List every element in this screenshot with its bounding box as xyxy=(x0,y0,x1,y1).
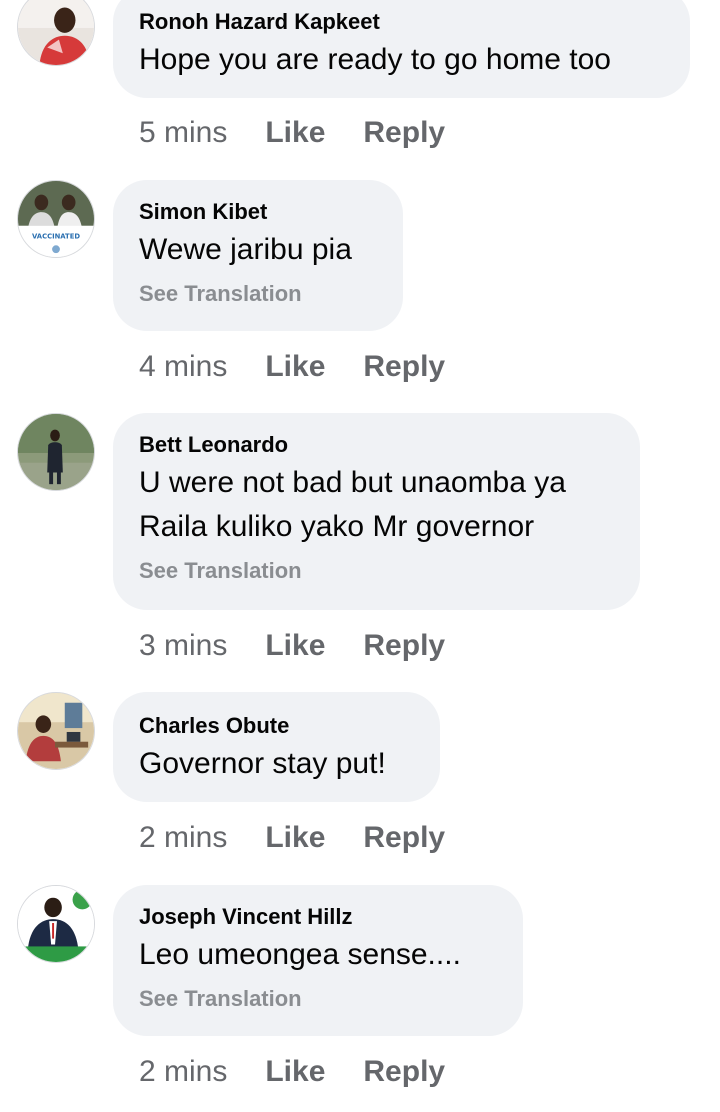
see-translation-link[interactable]: See Translation xyxy=(139,280,377,308)
avatar[interactable] xyxy=(17,885,95,963)
comment-text: Governor stay put! xyxy=(139,747,386,780)
comment-actions: 3 mins Like Reply xyxy=(139,628,445,664)
like-button[interactable]: Like xyxy=(265,115,325,151)
reply-button[interactable]: Reply xyxy=(363,820,445,856)
comment-author[interactable]: Bett Leonardo xyxy=(139,431,614,459)
comment-bubble: Simon Kibet Wewe jaribu pia See Translat… xyxy=(113,180,403,331)
comment-text: Wewe jaribu pia xyxy=(139,233,352,266)
comment-text: U were not bad but unaomba ya Raila kuli… xyxy=(139,461,614,549)
comment-author[interactable]: Charles Obute xyxy=(139,712,414,740)
comment-actions: 2 mins Like Reply xyxy=(139,820,445,856)
comment-bubble: Charles Obute Governor stay put! xyxy=(113,692,440,802)
comment-timestamp[interactable]: 5 mins xyxy=(139,115,227,151)
reply-button[interactable]: Reply xyxy=(363,115,445,151)
comment-text-line: U were not bad but unaomba ya xyxy=(139,466,566,499)
comment-bubble: Ronoh Hazard Kapkeet Hope you are ready … xyxy=(113,0,690,98)
comment-author[interactable]: Ronoh Hazard Kapkeet xyxy=(139,8,664,36)
comment-text: Hope you are ready to go home too xyxy=(139,43,611,76)
avatar[interactable] xyxy=(17,692,95,770)
reply-button[interactable]: Reply xyxy=(363,1054,445,1090)
comment-bubble: Joseph Vincent Hillz Leo umeongea sense.… xyxy=(113,885,523,1036)
comment-author[interactable]: Joseph Vincent Hillz xyxy=(139,903,497,931)
avatar[interactable]: VACCINATED xyxy=(17,180,95,258)
vaccinated-badge: VACCINATED xyxy=(32,232,80,240)
see-translation-link[interactable]: See Translation xyxy=(139,985,497,1013)
avatar[interactable] xyxy=(17,0,95,66)
comment-timestamp[interactable]: 2 mins xyxy=(139,1054,227,1090)
like-button[interactable]: Like xyxy=(265,349,325,385)
like-button[interactable]: Like xyxy=(265,628,325,664)
comment-author[interactable]: Simon Kibet xyxy=(139,198,377,226)
avatar[interactable] xyxy=(17,413,95,491)
reply-button[interactable]: Reply xyxy=(363,349,445,385)
comment-bubble: Bett Leonardo U were not bad but unaomba… xyxy=(113,413,640,610)
like-button[interactable]: Like xyxy=(265,820,325,856)
comment-actions: 4 mins Like Reply xyxy=(139,349,445,385)
comment-timestamp[interactable]: 4 mins xyxy=(139,349,227,385)
comment-timestamp[interactable]: 3 mins xyxy=(139,628,227,664)
comment-text-line: Raila kuliko yako Mr governor xyxy=(139,510,535,543)
see-translation-link[interactable]: See Translation xyxy=(139,557,614,585)
comment-text: Leo umeongea sense.... xyxy=(139,938,461,971)
reply-button[interactable]: Reply xyxy=(363,628,445,664)
comment-timestamp[interactable]: 2 mins xyxy=(139,820,227,856)
like-button[interactable]: Like xyxy=(265,1054,325,1090)
comment-actions: 2 mins Like Reply xyxy=(139,1054,445,1090)
comment-actions: 5 mins Like Reply xyxy=(139,115,445,151)
